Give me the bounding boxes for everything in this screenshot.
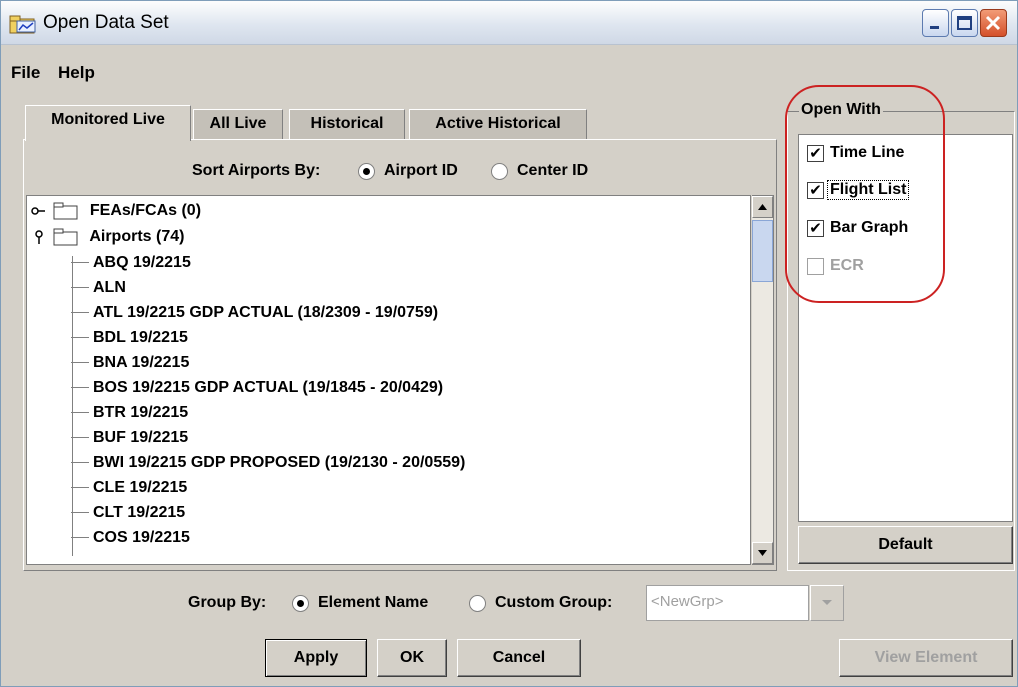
apply-button[interactable]: Apply — [265, 639, 367, 677]
ok-button[interactable]: OK — [377, 639, 447, 677]
close-icon — [985, 15, 1001, 31]
arrow-down-icon — [758, 550, 767, 556]
radio-airport-id-label[interactable]: Airport ID — [384, 162, 458, 180]
tree-item[interactable]: COS 19/2215 — [71, 529, 190, 547]
menu-help[interactable]: Help — [58, 63, 95, 83]
tree-item[interactable]: BWI 19/2215 GDP PROPOSED (19/2130 - 20/0… — [71, 454, 465, 472]
checkbox-ecr-label[interactable]: ECR — [830, 257, 864, 275]
window-title: Open Data Set — [43, 12, 169, 33]
expanded-handle-icon — [35, 230, 43, 244]
tree-item[interactable]: ATL 19/2215 GDP ACTUAL (18/2309 - 19/075… — [71, 304, 438, 322]
tree-node-airports[interactable]: Airports (74) — [31, 228, 184, 246]
radio-element-name-label[interactable]: Element Name — [318, 594, 428, 612]
tree-item[interactable]: ALN — [71, 279, 126, 297]
checkbox-time-line-label[interactable]: Time Line — [830, 144, 904, 162]
radio-center-id-label[interactable]: Center ID — [517, 162, 588, 180]
maximize-icon — [957, 16, 972, 30]
checkbox-bar-graph[interactable]: ✔ — [807, 220, 824, 237]
checkbox-flight-list-label[interactable]: Flight List — [826, 180, 910, 200]
radio-center-id[interactable] — [491, 163, 508, 180]
view-element-button[interactable]: View Element — [839, 639, 1013, 677]
tree-item[interactable]: CLE 19/2215 — [71, 479, 187, 497]
close-button[interactable] — [980, 9, 1007, 37]
custom-group-dropdown-button[interactable] — [810, 585, 844, 621]
tree-node-feas-label: FEAs/FCAs (0) — [89, 202, 202, 220]
tree-node-airports-label: Airports (74) — [89, 228, 185, 246]
cancel-button[interactable]: Cancel — [457, 639, 581, 677]
folder-icon — [53, 202, 78, 220]
scroll-up-button[interactable] — [752, 196, 773, 218]
radio-custom-group[interactable] — [469, 595, 486, 612]
minimize-icon — [930, 26, 939, 29]
radio-custom-group-label[interactable]: Custom Group: — [495, 594, 612, 612]
scroll-down-button[interactable] — [752, 542, 773, 564]
tab-active-historical[interactable]: Active Historical — [409, 109, 587, 139]
tree-item[interactable]: BTR 19/2215 — [71, 404, 188, 422]
open-data-set-dialog: Open Data Set File Help Monitored Live A… — [0, 0, 1018, 687]
checkbox-bar-graph-label[interactable]: Bar Graph — [830, 219, 908, 237]
checkbox-flight-list[interactable]: ✔ — [807, 182, 824, 199]
airport-tree[interactable]: FEAs/FCAs (0) Airports (74) ABQ 19/2215 … — [26, 195, 751, 565]
menu-file[interactable]: File — [11, 63, 40, 83]
arrow-up-icon — [758, 204, 767, 210]
default-button[interactable]: Default — [798, 526, 1013, 564]
menu-bar: File Help — [1, 63, 1017, 89]
chevron-down-icon — [822, 600, 832, 605]
sort-airports-label: Sort Airports By: — [192, 162, 321, 179]
tab-historical[interactable]: Historical — [289, 109, 405, 139]
tree-scrollbar[interactable] — [752, 195, 774, 565]
custom-group-input[interactable]: <NewGrp> — [646, 585, 809, 621]
minimize-button[interactable] — [922, 9, 949, 37]
group-by-label: Group By: — [188, 594, 267, 611]
tab-monitored-live[interactable]: Monitored Live — [25, 105, 191, 141]
title-bar[interactable]: Open Data Set — [1, 1, 1017, 45]
checkbox-time-line[interactable]: ✔ — [807, 145, 824, 162]
scroll-thumb[interactable] — [752, 220, 773, 282]
tree-item[interactable]: BNA 19/2215 — [71, 354, 189, 372]
maximize-button[interactable] — [951, 9, 978, 37]
tree-item[interactable]: CLT 19/2215 — [71, 504, 185, 522]
radio-airport-id[interactable] — [358, 163, 375, 180]
tree-item[interactable]: BUF 19/2215 — [71, 429, 188, 447]
collapsed-handle-icon — [31, 207, 45, 215]
tree-item[interactable]: BOS 19/2215 GDP ACTUAL (19/1845 - 20/042… — [71, 379, 443, 397]
tree-item[interactable]: BDL 19/2215 — [71, 329, 188, 347]
tree-node-feas[interactable]: FEAs/FCAs (0) — [31, 202, 201, 220]
radio-element-name[interactable] — [292, 595, 309, 612]
folder-chart-icon — [9, 15, 36, 34]
open-with-title: Open With — [799, 101, 883, 119]
checkbox-ecr[interactable] — [807, 258, 824, 275]
folder-icon — [53, 228, 78, 246]
tree-item[interactable]: ABQ 19/2215 — [71, 254, 191, 272]
tab-all-live[interactable]: All Live — [193, 109, 283, 139]
